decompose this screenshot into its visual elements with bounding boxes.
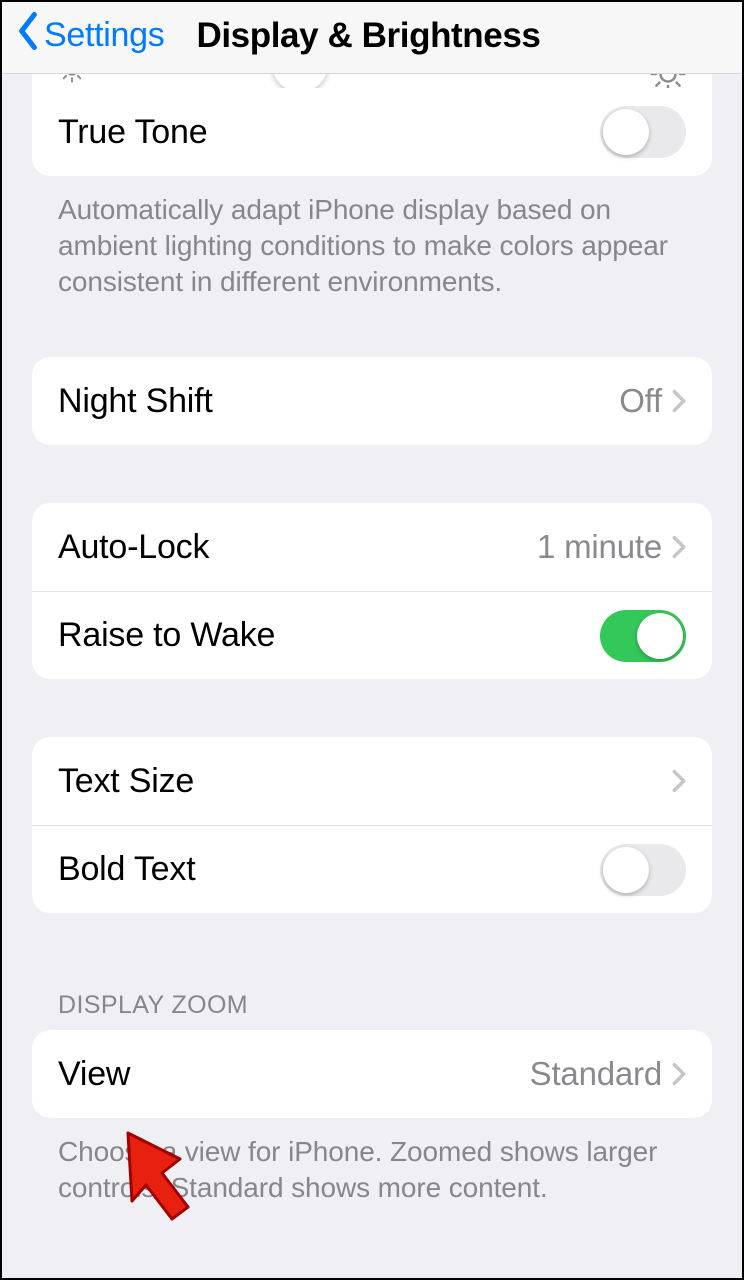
chevron-right-icon — [672, 535, 686, 559]
display-zoom-header: DISPLAY ZOOM — [32, 991, 712, 1030]
back-button[interactable]: Settings — [16, 12, 164, 59]
text-group: Text Size Bold Text — [32, 737, 712, 913]
night-shift-group: Night Shift Off — [32, 357, 712, 445]
true-tone-toggle[interactable] — [600, 106, 686, 158]
back-label: Settings — [44, 16, 164, 55]
night-shift-row[interactable]: Night Shift Off — [32, 357, 712, 445]
chevron-right-icon — [672, 389, 686, 413]
brightness-group: True Tone — [32, 74, 712, 176]
text-size-row[interactable]: Text Size — [32, 737, 712, 825]
raise-to-wake-row: Raise to Wake — [32, 591, 712, 679]
chevron-right-icon — [672, 1062, 686, 1086]
bold-text-toggle[interactable] — [600, 844, 686, 896]
bold-text-row: Bold Text — [32, 825, 712, 913]
true-tone-row: True Tone — [32, 88, 712, 176]
lock-group: Auto-Lock 1 minute Raise to Wake — [32, 503, 712, 679]
raise-to-wake-label: Raise to Wake — [58, 616, 600, 655]
raise-to-wake-toggle[interactable] — [600, 610, 686, 662]
sun-large-icon — [650, 74, 686, 88]
display-zoom-footer: Choose a view for iPhone. Zoomed shows l… — [32, 1118, 712, 1206]
content-scroll[interactable]: True Tone Automatically adapt iPhone dis… — [2, 74, 742, 1280]
night-shift-label: Night Shift — [58, 382, 619, 421]
chevron-right-icon — [672, 769, 686, 793]
view-label: View — [58, 1055, 530, 1094]
night-shift-value: Off — [619, 382, 662, 420]
sun-small-icon — [58, 74, 86, 84]
nav-bar: Settings Display & Brightness — [2, 2, 742, 74]
display-zoom-group: View Standard — [32, 1030, 712, 1118]
brightness-slider[interactable] — [32, 74, 712, 88]
bold-text-label: Bold Text — [58, 850, 600, 889]
text-size-label: Text Size — [58, 762, 672, 801]
page-title: Display & Brightness — [196, 16, 540, 56]
slider-thumb[interactable] — [272, 74, 328, 88]
view-value: Standard — [530, 1055, 662, 1093]
true-tone-label: True Tone — [58, 113, 600, 152]
auto-lock-label: Auto-Lock — [58, 528, 537, 567]
auto-lock-row[interactable]: Auto-Lock 1 minute — [32, 503, 712, 591]
chevron-left-icon — [16, 12, 44, 59]
true-tone-footer: Automatically adapt iPhone display based… — [32, 176, 712, 299]
view-row[interactable]: View Standard — [32, 1030, 712, 1118]
auto-lock-value: 1 minute — [537, 528, 662, 566]
